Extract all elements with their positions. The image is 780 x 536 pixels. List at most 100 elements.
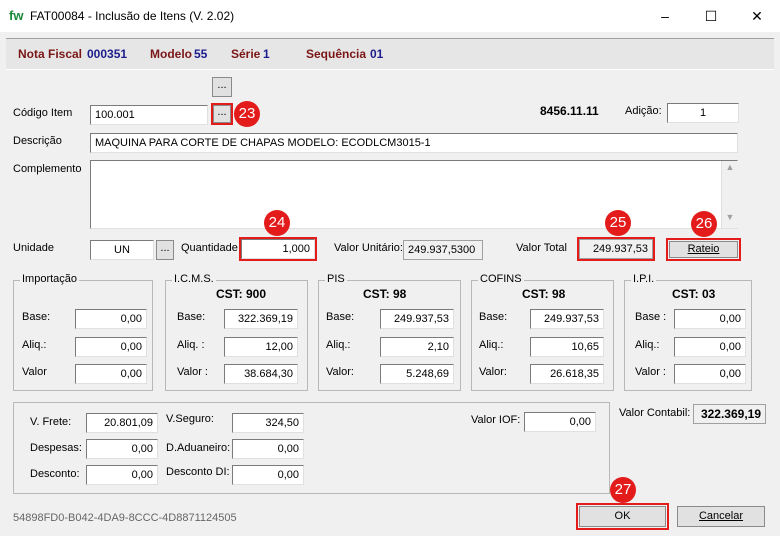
modelo-label: Modelo: [150, 47, 192, 61]
seguro-input[interactable]: 324,50: [232, 413, 304, 433]
pis-title: PIS: [325, 273, 347, 285]
maximize-button[interactable]: ☐: [688, 0, 734, 32]
callout-24: 24: [264, 210, 290, 236]
scroll-down-icon[interactable]: ▼: [722, 212, 738, 222]
ipi-valor-label: Valor :: [635, 366, 666, 378]
cancel-button[interactable]: Cancelar: [677, 506, 765, 527]
callout-25: 25: [605, 210, 631, 236]
pis-aliq-input[interactable]: 2,10: [380, 337, 454, 357]
iof-label: Valor IOF:: [471, 414, 521, 426]
callout-23: 23: [234, 101, 260, 127]
desconto-di-label: Desconto DI:: [166, 466, 230, 478]
callout-26: 26: [691, 211, 717, 237]
importacao-valor-input[interactable]: 0,00: [75, 364, 147, 384]
ipi-aliq-input[interactable]: 0,00: [674, 337, 746, 357]
despesas-label: Despesas:: [30, 442, 82, 454]
close-icon: ✕: [751, 7, 763, 24]
pis-cst: CST: 98: [363, 287, 407, 301]
importacao-aliq-input[interactable]: 0,00: [75, 337, 147, 357]
modelo-value: 55: [194, 47, 208, 61]
unidade-label: Unidade: [13, 242, 54, 254]
icms-base-input[interactable]: 322.369,19: [224, 309, 298, 329]
desconto-di-input[interactable]: 0,00: [232, 465, 304, 485]
frete-label: V. Frete:: [30, 416, 72, 428]
pis-valor-input[interactable]: 5.248,69: [380, 364, 454, 384]
serie-label: Série: [231, 47, 261, 61]
icms-valor-label: Valor :: [177, 366, 208, 378]
quantidade-input[interactable]: 1,000: [241, 239, 315, 259]
icms-aliq-input[interactable]: 12,00: [224, 337, 298, 357]
icms-valor-input[interactable]: 38.684,30: [224, 364, 298, 384]
codigo-item-input[interactable]: 100.001: [90, 105, 208, 125]
window-title: FAT00084 - Inclusão de Itens (V. 2.02): [30, 9, 235, 23]
ipi-aliq-label: Aliq.:: [635, 339, 660, 351]
minimize-button[interactable]: –: [642, 0, 688, 32]
seguro-label: V.Seguro:: [166, 413, 214, 425]
complemento-scrollbar[interactable]: ▲ ▼: [721, 161, 738, 228]
iof-input[interactable]: 0,00: [524, 412, 596, 432]
record-guid: 54898FD0-B042-4DA9-8CCC-4D8871124505: [13, 512, 237, 524]
valor-total-label: Valor Total: [516, 242, 567, 254]
top-lookup-button[interactable]: ...: [212, 77, 232, 97]
descricao-input[interactable]: MAQUINA PARA CORTE DE CHAPAS MODELO: ECO…: [90, 133, 738, 153]
desconto-input[interactable]: 0,00: [86, 465, 158, 485]
serie-value: 1: [263, 47, 270, 61]
sequencia-value: 01: [370, 47, 384, 61]
cofins-aliq-input[interactable]: 10,65: [530, 337, 604, 357]
cofins-cst: CST: 98: [522, 287, 566, 301]
pis-valor-label: Valor:: [326, 366, 354, 378]
desconto-label: Desconto:: [30, 468, 80, 480]
unidade-lookup-button[interactable]: ...: [156, 240, 174, 260]
ipi-cst: CST: 03: [672, 287, 716, 301]
ipi-title: I.P.I.: [631, 273, 657, 285]
valor-unitario-label: Valor Unitário:: [334, 242, 403, 254]
complemento-textarea[interactable]: [90, 160, 738, 229]
scroll-up-icon[interactable]: ▲: [722, 162, 738, 172]
codigo-lookup-button[interactable]: ...: [213, 105, 231, 123]
importacao-title: Importação: [20, 273, 80, 285]
importacao-base-input[interactable]: 0,00: [75, 309, 147, 329]
icms-base-label: Base:: [177, 311, 206, 323]
cofins-title: COFINS: [478, 273, 524, 285]
pis-base-label: Base:: [326, 311, 355, 323]
cofins-base-input[interactable]: 249.937,53: [530, 309, 604, 329]
sequencia-label: Sequência: [306, 47, 367, 61]
complemento-label: Complemento: [13, 163, 82, 175]
valor-total-value: 249.937,53: [579, 239, 653, 259]
codigo-item-label: Código Item: [13, 107, 73, 119]
aduaneiro-input[interactable]: 0,00: [232, 439, 304, 459]
nota-fiscal-value: 000351: [87, 47, 128, 61]
pis-aliq-label: Aliq.:: [326, 339, 351, 351]
valor-unitario-value: 249.937,5300: [403, 240, 483, 260]
unidade-input[interactable]: UN: [90, 240, 154, 260]
adicao-label: Adição:: [625, 105, 662, 117]
ok-button[interactable]: OK: [579, 506, 666, 527]
cofins-valor-input[interactable]: 26.618,35: [530, 364, 604, 384]
ncm-code: 8456.11.11: [540, 104, 599, 118]
minimize-icon: –: [661, 8, 669, 24]
icms-aliq-label: Aliq. :: [177, 339, 205, 351]
importacao-valor-label: Valor: [22, 366, 47, 378]
icms-title: I.C.M.S.: [172, 273, 216, 285]
close-button[interactable]: ✕: [734, 0, 780, 32]
nota-fiscal-label: Nota Fiscal: [18, 47, 83, 61]
cofins-base-label: Base:: [479, 311, 508, 323]
cofins-aliq-label: Aliq.:: [479, 339, 504, 351]
rateio-button[interactable]: Rateio: [669, 241, 738, 258]
despesas-input[interactable]: 0,00: [86, 439, 158, 459]
pis-base-input[interactable]: 249.937,53: [380, 309, 454, 329]
app-logo-icon: fw: [9, 8, 24, 23]
frete-input[interactable]: 20.801,09: [86, 413, 158, 433]
callout-27: 27: [610, 477, 636, 503]
quantidade-label: Quantidade: [181, 242, 238, 254]
importacao-base-label: Base:: [22, 311, 51, 323]
adicao-input[interactable]: 1: [667, 103, 739, 123]
ipi-base-label: Base :: [635, 311, 667, 323]
valor-contabil-value: 322.369,19: [693, 404, 766, 424]
ipi-valor-input[interactable]: 0,00: [674, 364, 746, 384]
descricao-label: Descrição: [13, 135, 62, 147]
cofins-valor-label: Valor:: [479, 366, 507, 378]
valor-contabil-label: Valor Contabil:: [619, 407, 691, 419]
ipi-base-input[interactable]: 0,00: [674, 309, 746, 329]
aduaneiro-label: D.Aduaneiro:: [166, 442, 231, 454]
